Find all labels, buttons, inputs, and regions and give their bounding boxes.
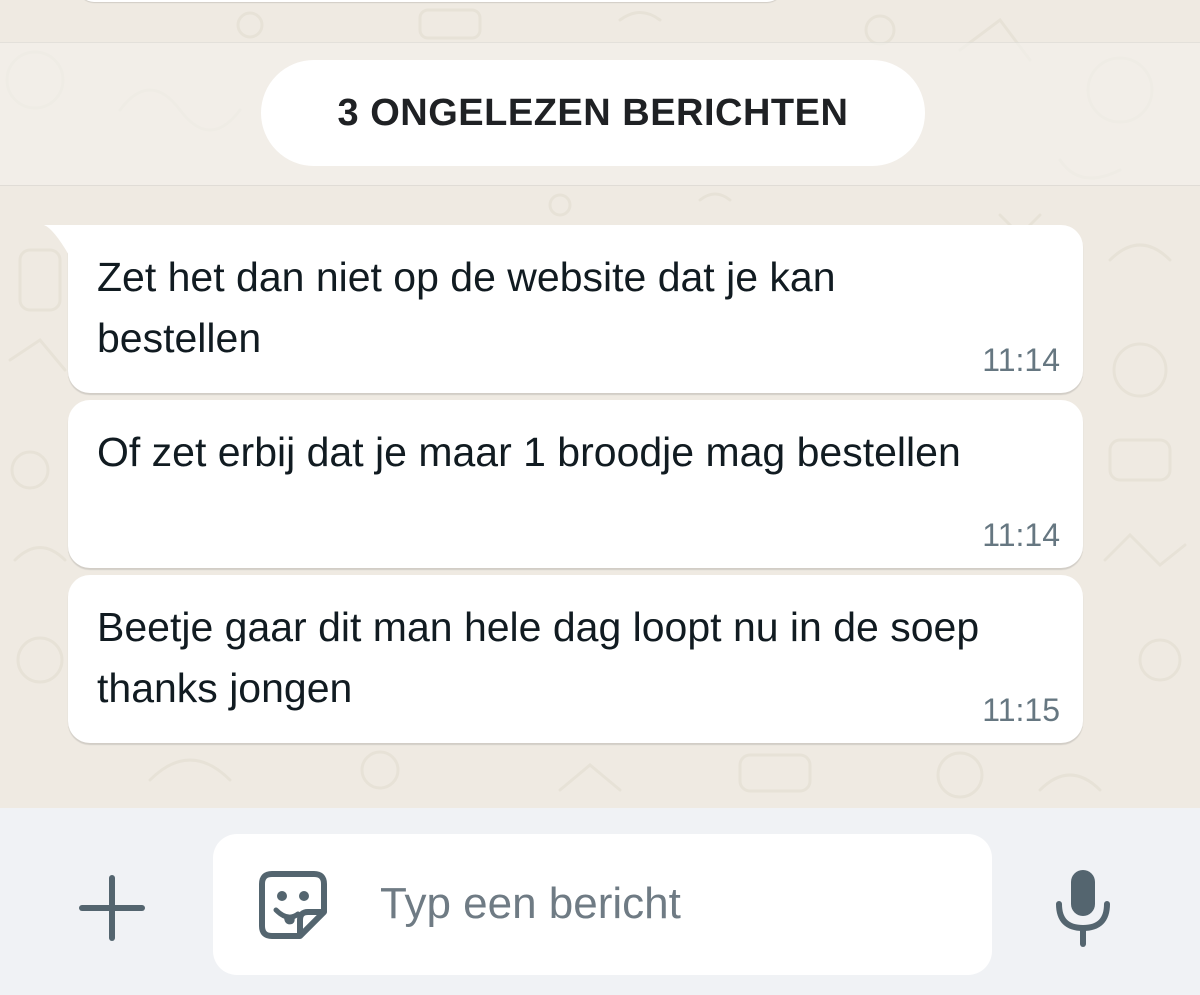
microphone-icon[interactable] — [1052, 868, 1114, 948]
message-text: Beetje gaar dit man hele dag loopt nu in… — [97, 604, 980, 711]
message-input[interactable] — [380, 868, 960, 940]
message-timestamp: 11:14 — [982, 342, 1060, 378]
sticker-icon[interactable] — [258, 870, 328, 940]
plus-icon[interactable] — [78, 874, 146, 942]
message-bubble[interactable]: Beetje gaar dit man hele dag loopt nu in… — [68, 575, 1083, 743]
unread-messages-label: 3 ONGELEZEN BERICHTEN — [261, 60, 925, 166]
message-timestamp: 11:14 — [982, 517, 1060, 553]
chat-screen: 3 ONGELEZEN BERICHTEN Zet het dan niet o… — [0, 0, 1200, 995]
message-bubble[interactable]: Zet het dan niet op de website dat je ka… — [44, 225, 1083, 393]
bubble-tail-icon — [44, 225, 70, 257]
message-text: Zet het dan niet op de website dat je ka… — [97, 254, 836, 361]
message-timestamp: 11:15 — [982, 692, 1060, 728]
message-bubble[interactable]: Of zet erbij dat je maar 1 broodje mag b… — [68, 400, 1083, 568]
previous-message-bubble — [78, 0, 783, 2]
message-text: Of zet erbij dat je maar 1 broodje mag b… — [97, 429, 961, 475]
message-list[interactable]: 3 ONGELEZEN BERICHTEN Zet het dan niet o… — [0, 0, 1200, 808]
